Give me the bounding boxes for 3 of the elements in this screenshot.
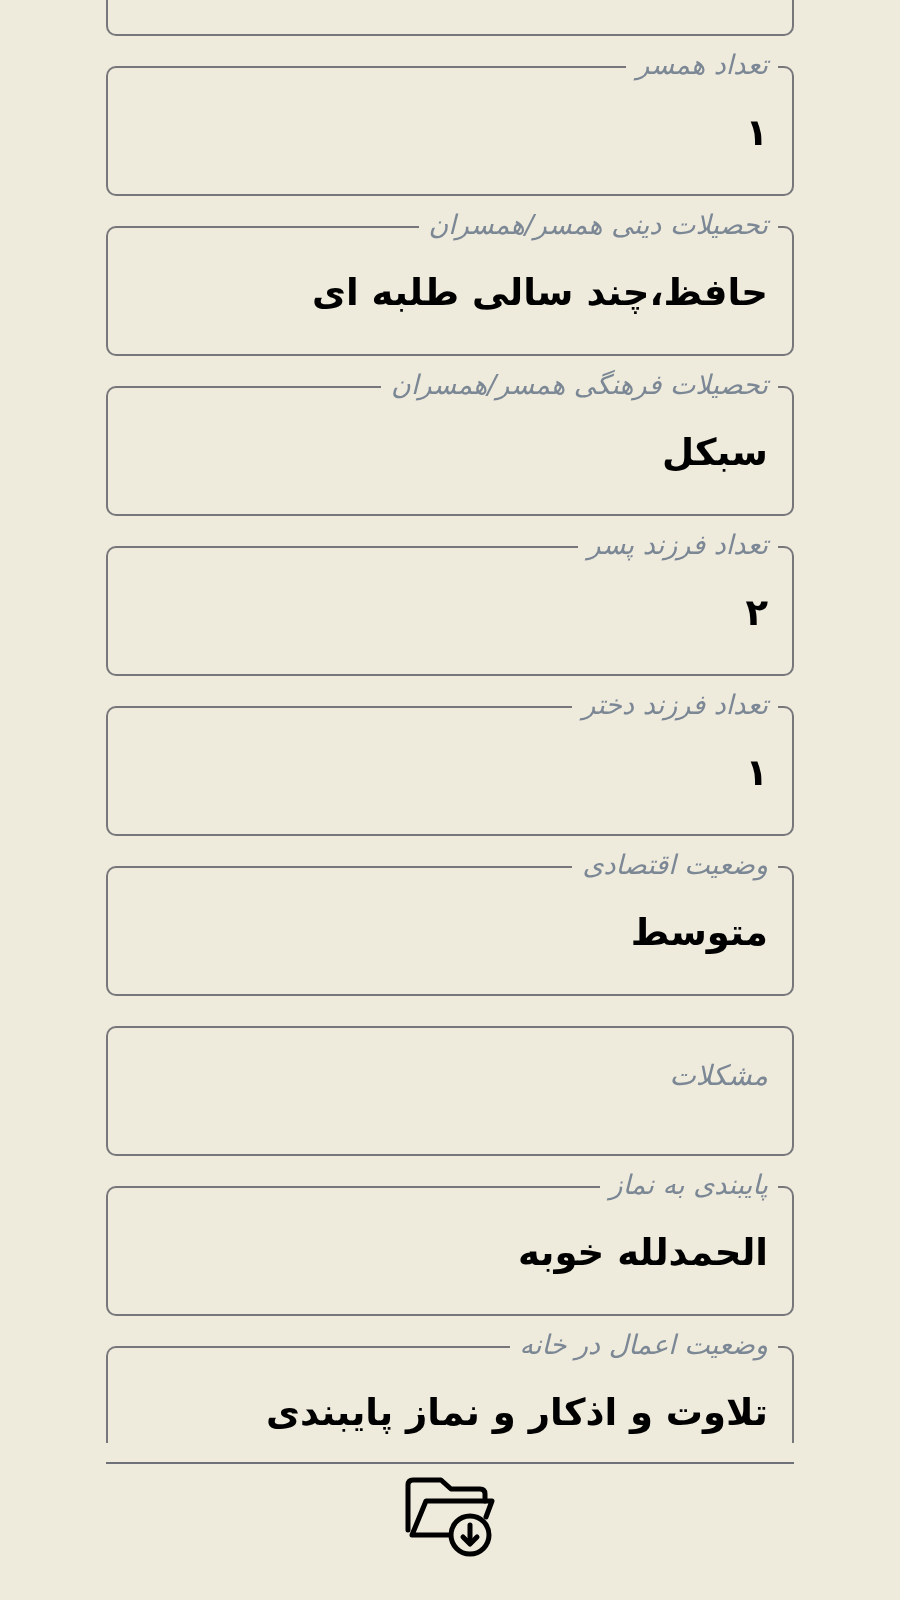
input-field[interactable] bbox=[106, 0, 794, 36]
field-label: تحصیلات فرهنگی همسر/همسران bbox=[381, 367, 778, 403]
folder-download-icon[interactable] bbox=[404, 1477, 496, 1557]
